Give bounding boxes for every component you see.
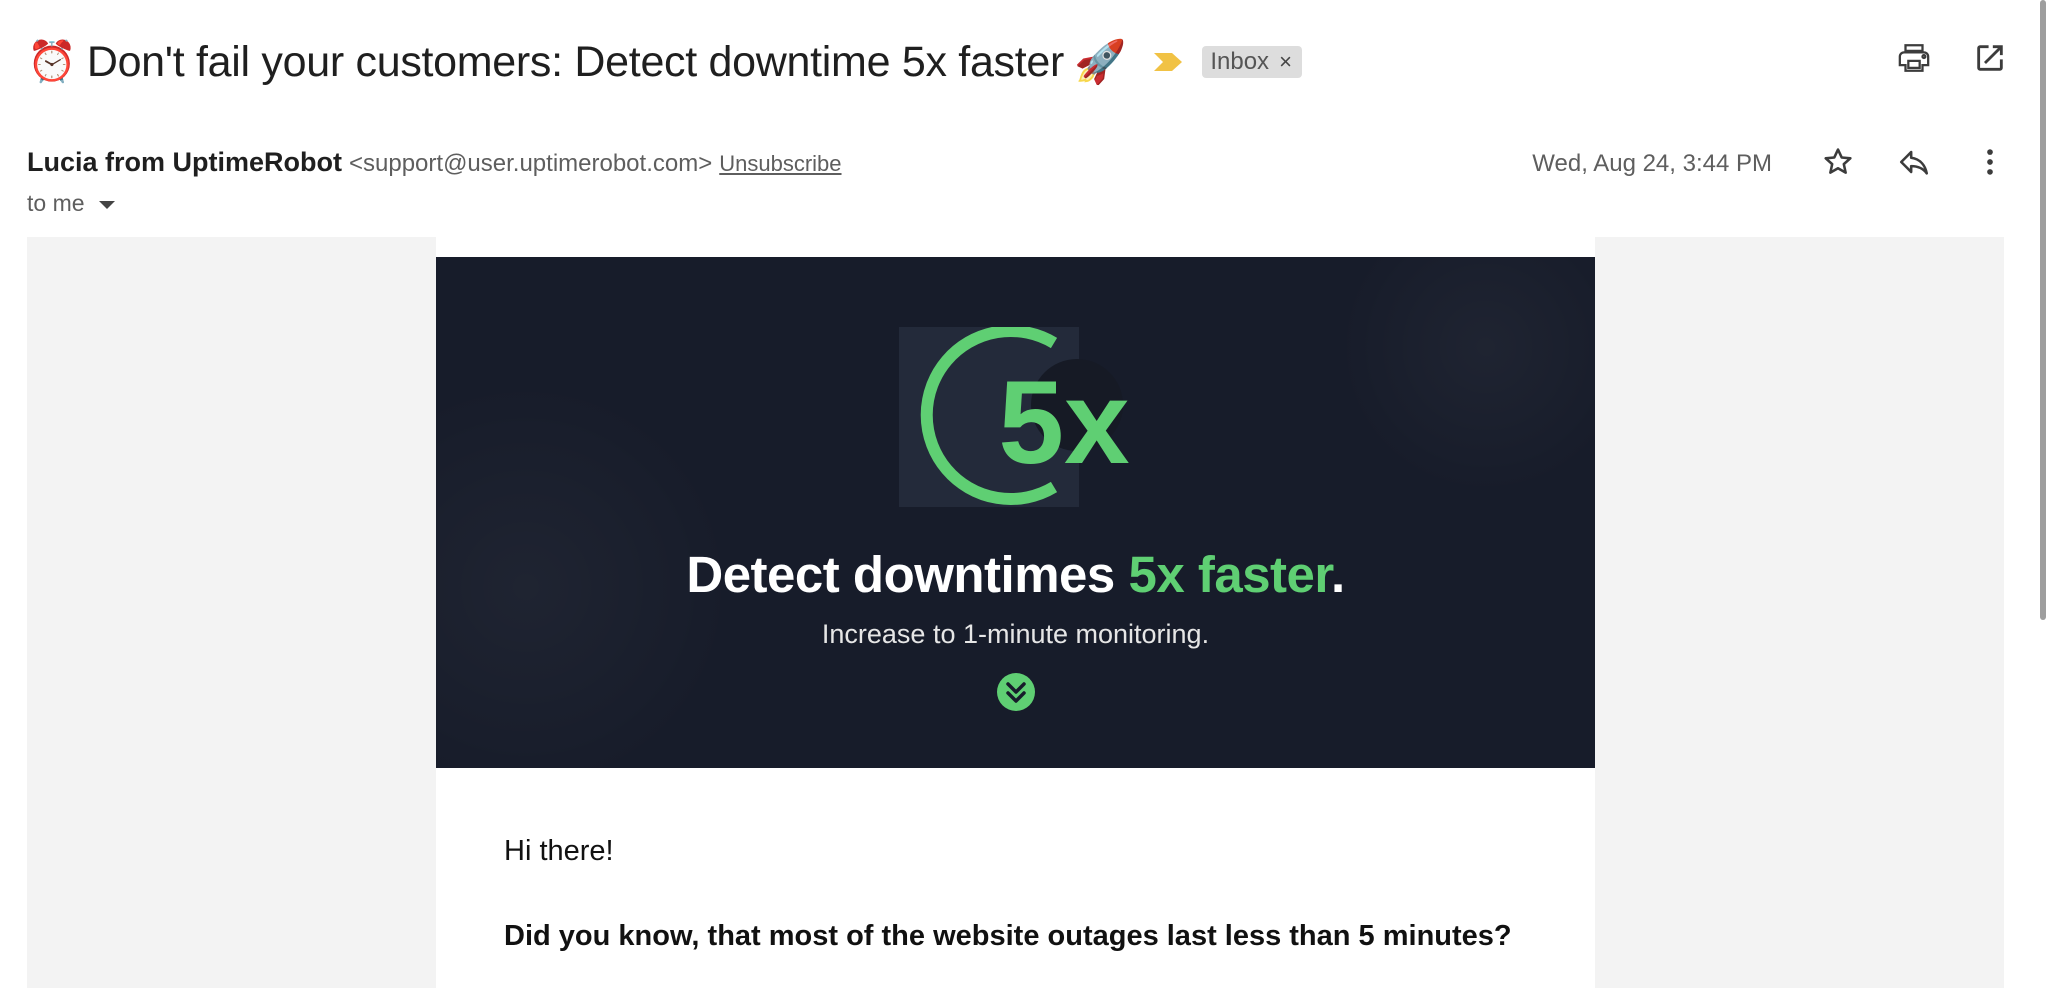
recipient-row: to me (27, 190, 115, 217)
logo-5x-text: 5x (998, 357, 1129, 489)
inbox-label-chip[interactable]: Inbox × (1202, 46, 1302, 78)
email-subject-row: ⏰ Don't fail your customers: Detect down… (27, 30, 1302, 94)
more-vert-icon (1987, 149, 1993, 175)
reply-button[interactable] (1896, 144, 1932, 180)
hero-glow-right (1336, 257, 1595, 497)
intro-question: Did you know, that most of the website o… (504, 920, 1512, 952)
scrollbar-track[interactable] (2036, 0, 2048, 988)
thread-actions (1896, 40, 2008, 76)
hero-title-main: Detect downtimes (686, 546, 1129, 603)
hero-title-accent: 5x faster (1128, 546, 1331, 603)
greeting-text: Hi there! (504, 835, 614, 867)
email-subject: Don't fail your customers: Detect downti… (86, 37, 1065, 86)
show-details-caret-icon[interactable] (98, 200, 115, 209)
email-content-card: 5x Detect downtimes 5x faster. Increase … (436, 237, 1595, 988)
hero-banner: 5x Detect downtimes 5x faster. Increase … (436, 257, 1595, 768)
alarm-clock-icon: ⏰ (27, 39, 77, 85)
print-button[interactable] (1896, 40, 1932, 76)
more-options-button[interactable] (1972, 144, 2008, 180)
hero-title: Detect downtimes 5x faster. (436, 545, 1595, 604)
double-chevron-down-icon[interactable] (996, 672, 1036, 712)
star-icon (1824, 148, 1852, 174)
sender-name[interactable]: Lucia from UptimeRobot (27, 147, 342, 178)
sender-row: Lucia from UptimeRobot <support@user.upt… (27, 147, 842, 178)
recipient-text: to me (27, 190, 85, 216)
print-icon (1898, 44, 1930, 72)
rocket-icon: 🚀 (1074, 37, 1127, 86)
star-button[interactable] (1820, 144, 1856, 180)
sender-email: <support@user.uptimerobot.com> (349, 150, 713, 177)
message-actions (1820, 144, 2008, 180)
reply-icon (1899, 150, 1929, 175)
hero-title-period: . (1330, 546, 1345, 603)
unsubscribe-link[interactable]: Unsubscribe (719, 151, 841, 177)
open-in-new-icon (1977, 45, 2003, 71)
hero-subtitle: Increase to 1-minute monitoring. (821, 619, 1210, 649)
remove-label-icon[interactable]: × (1279, 49, 1292, 75)
open-in-new-window-button[interactable] (1972, 40, 2008, 76)
scrollbar-thumb[interactable] (2040, 0, 2046, 620)
inbox-label: Inbox (1210, 48, 1270, 75)
importance-marker-icon[interactable] (1152, 51, 1184, 73)
email-body-area: 5x Detect downtimes 5x faster. Increase … (27, 237, 2004, 988)
message-date: Wed, Aug 24, 3:44 PM (1532, 150, 1772, 177)
uptime-5x-logo: 5x (899, 327, 1129, 507)
